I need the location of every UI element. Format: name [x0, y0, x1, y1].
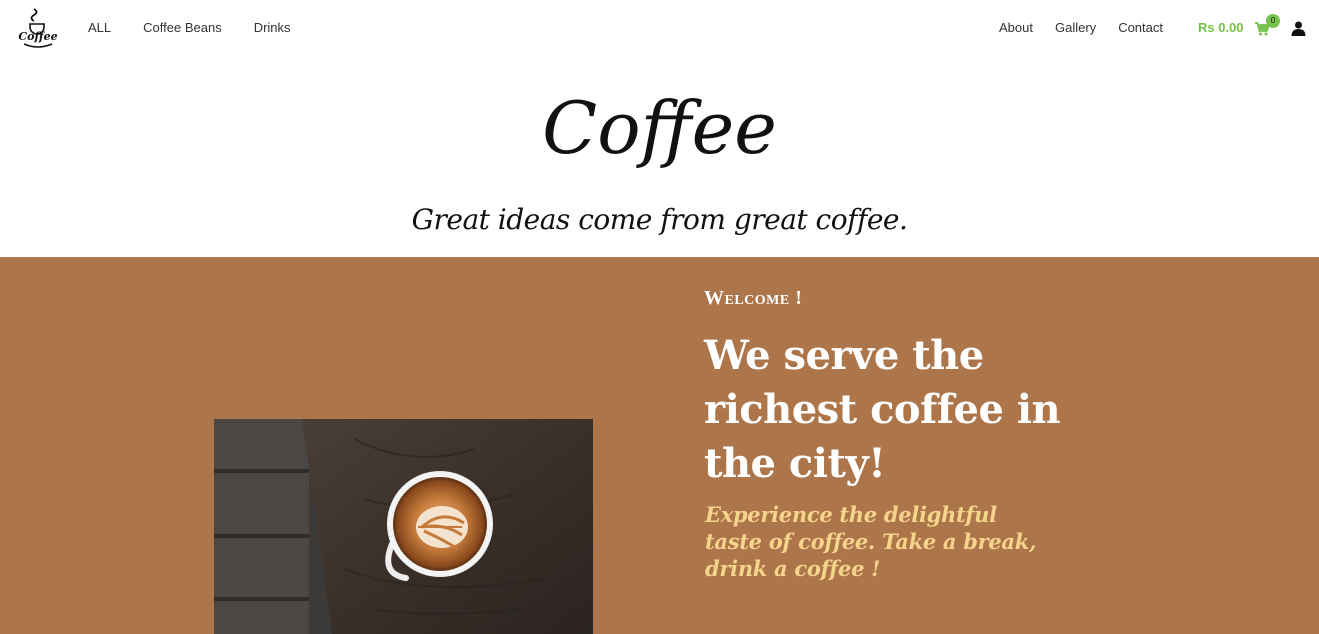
site-logo[interactable]: Coffee [18, 6, 58, 50]
hero-subtext: Experience the delightful taste of coffe… [705, 502, 1036, 581]
user-icon[interactable] [1291, 21, 1306, 36]
page-nav: About Gallery Contact [977, 20, 1163, 35]
nav-link-drinks[interactable]: Drinks [254, 20, 291, 35]
nav-link-all[interactable]: ALL [88, 20, 111, 35]
cart-total[interactable]: Rs 0.00 [1198, 20, 1244, 35]
category-nav: ALL Coffee Beans Drinks [88, 20, 323, 35]
hero-headline: We serve the richest coffee in the city! [704, 332, 1061, 487]
nav-link-contact[interactable]: Contact [1118, 20, 1163, 35]
site-title: Coffee [542, 86, 777, 170]
nav-link-coffee-beans[interactable]: Coffee Beans [143, 20, 222, 35]
latte-art-image [214, 419, 593, 634]
cart-count-badge: 0 [1266, 14, 1280, 28]
hero-eyebrow: Welcome ! [704, 287, 803, 309]
hero-section: Welcome ! We serve the richest coffee in… [0, 257, 1319, 634]
nav-link-about[interactable]: About [999, 20, 1033, 35]
nav-link-gallery[interactable]: Gallery [1055, 20, 1096, 35]
svg-text:Coffee: Coffee [18, 30, 57, 43]
top-navbar: Coffee ALL Coffee Beans Drinks About Gal… [0, 0, 1319, 58]
site-tagline: Great ideas come from great coffee. [411, 203, 908, 236]
coffee-logo-icon: Coffee [18, 8, 58, 48]
